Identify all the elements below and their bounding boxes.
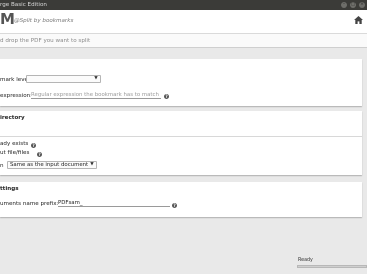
progress-bar	[297, 265, 367, 268]
app-logo: M	[0, 10, 15, 28]
minimize-icon[interactable]: –	[341, 2, 347, 8]
prefix-help-icon[interactable]: ?	[172, 203, 177, 208]
advanced-settings-title: ttings	[0, 186, 19, 192]
close-icon[interactable]: ×	[359, 2, 365, 8]
compress-help-icon[interactable]: ?	[37, 152, 42, 157]
bookmark-level-select[interactable]: ▼	[26, 75, 101, 83]
window-title: rge Basic Edition	[0, 2, 47, 8]
window-titlebar: rge Basic Edition – □ ×	[0, 0, 367, 10]
module-tagline: @Split by bookmarks	[14, 18, 74, 24]
prefix-label: uments name prefix:	[0, 201, 59, 207]
overwrite-checkbox-label[interactable]: ady exists	[0, 141, 28, 148]
home-icon[interactable]	[354, 16, 363, 24]
status-text: Ready	[298, 258, 313, 263]
drop-area-placeholder: d drop the PDF you want to split	[0, 38, 91, 44]
regex-input[interactable]: Regular expression the bookmark has to m…	[31, 92, 161, 99]
chevron-down-icon: ▼	[90, 162, 94, 167]
regex-label: expression:	[0, 93, 33, 99]
destination-title: irectory	[0, 115, 25, 121]
maximize-icon[interactable]: □	[350, 2, 356, 8]
advanced-settings-panel	[0, 182, 362, 217]
chevron-down-icon: ▼	[94, 76, 98, 81]
compress-checkbox-label[interactable]: ut file/files	[0, 150, 29, 157]
status-bar	[0, 252, 367, 274]
destination-divider	[0, 136, 362, 137]
pdf-version-label: n	[0, 163, 4, 169]
regex-help-icon[interactable]: ?	[164, 94, 169, 99]
pdf-version-select[interactable]: Same as the input document ▼	[7, 161, 97, 169]
prefix-input[interactable]: PDFsam_	[58, 200, 170, 207]
overwrite-help-icon[interactable]: ?	[31, 143, 36, 148]
pdf-version-value: Same as the input document	[10, 162, 89, 168]
